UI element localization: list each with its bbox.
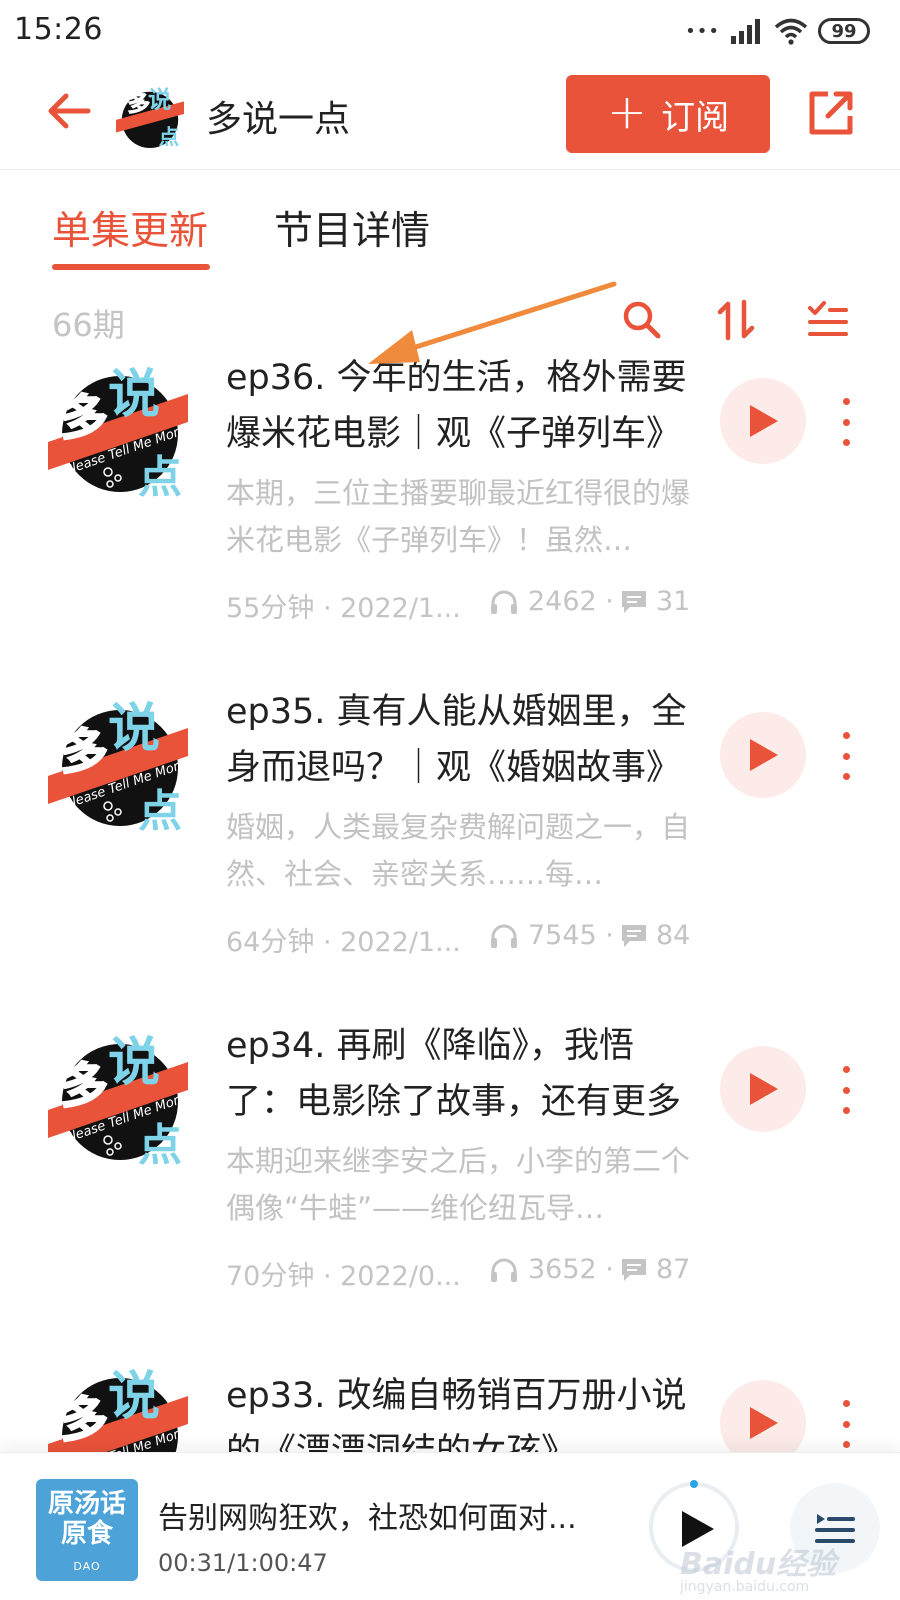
svg-text:多: 多 bbox=[60, 390, 108, 446]
sort-icon[interactable] bbox=[714, 298, 758, 342]
header: 多 说 点 多说一点 + 订阅 bbox=[0, 62, 900, 170]
now-playing-cover-text: 原汤话原食 bbox=[47, 1489, 126, 1549]
episode-title: ep35. 真有人能从婚姻里，全身而退吗？｜观《婚姻故事》 bbox=[226, 692, 687, 788]
list-item[interactable]: 多 说 点 Please Tell Me More ep35. 真有人能从婚姻里… bbox=[0, 692, 900, 1034]
share-icon[interactable] bbox=[806, 88, 856, 138]
play-icon bbox=[750, 1073, 778, 1105]
notification-dots-icon: ••• bbox=[685, 20, 720, 42]
episode-duration-date: 64分钟 · 2022/1... bbox=[226, 927, 461, 958]
svg-text:多: 多 bbox=[60, 1058, 108, 1114]
play-icon bbox=[750, 1407, 778, 1439]
watermark-text: Baidu经验 bbox=[680, 1547, 837, 1582]
signal-icon bbox=[731, 19, 760, 44]
more-options-button[interactable] bbox=[832, 732, 860, 780]
comment-count: 87 bbox=[620, 1254, 690, 1285]
watermark-url: jingyan.baidu.com bbox=[680, 1579, 810, 1595]
episode-count: 66期 bbox=[52, 306, 125, 344]
status-icons: ••• 99 bbox=[685, 16, 870, 46]
svg-text:说: 说 bbox=[108, 699, 160, 759]
svg-text:说: 说 bbox=[108, 1033, 160, 1093]
more-options-button[interactable] bbox=[832, 1066, 860, 1114]
svg-text:点: 点 bbox=[138, 786, 182, 834]
episode-meta: 64分钟 · 2022/1... 7545 · 84 bbox=[226, 916, 706, 958]
play-count-value: 2462 · bbox=[528, 586, 614, 617]
episode-cover: 多 说 Please Tell Me More bbox=[48, 1367, 188, 1452]
headphones-icon bbox=[491, 590, 517, 614]
svg-text:点: 点 bbox=[138, 1120, 182, 1168]
tab-details[interactable]: 节目详情 bbox=[274, 200, 430, 270]
episode-description: 本期，三位主播要聊最近红得很的爆米花电影《子弹列车》！虽然… bbox=[226, 476, 691, 557]
watermark: Baidu经验 jingyan.baidu.com bbox=[680, 1539, 890, 1599]
tab-episodes[interactable]: 单集更新 bbox=[52, 200, 208, 270]
comment-icon bbox=[622, 924, 646, 947]
episode-description: 婚姻，人类最复杂费解问题之一，自然、社会、亲密关系……每… bbox=[226, 810, 691, 891]
now-playing-time: 00:31/1:00:47 bbox=[158, 1549, 328, 1577]
svg-text:说: 说 bbox=[148, 85, 171, 113]
episode-meta: 70分钟 · 2022/0... 3652 · 87 bbox=[226, 1250, 706, 1292]
active-tab-indicator bbox=[52, 264, 210, 270]
play-count: 3652 · bbox=[490, 1254, 614, 1285]
comment-count-value: 31 bbox=[656, 586, 691, 617]
svg-text:点: 点 bbox=[138, 452, 182, 500]
subscribe-button[interactable]: + 订阅 bbox=[566, 75, 770, 153]
episode-play-button[interactable] bbox=[720, 712, 806, 798]
svg-text:多: 多 bbox=[60, 1392, 108, 1448]
now-playing-cover-mark: DAO bbox=[73, 1560, 101, 1573]
comment-icon bbox=[622, 590, 646, 613]
list-item[interactable]: 多 说 Please Tell Me More ep33. 改编自畅销百万册小说… bbox=[0, 1362, 900, 1452]
back-arrow-icon[interactable] bbox=[44, 86, 94, 136]
list-toolbar: 66期 bbox=[0, 292, 900, 352]
status-bar: 15:26 ••• 99 bbox=[0, 0, 900, 62]
play-count: 7545 · bbox=[490, 920, 614, 951]
episode-description: 本期迎来继李安之后，小李的第二个偶像“牛蛙”——维伦纽瓦导… bbox=[226, 1144, 691, 1225]
batch-select-icon[interactable] bbox=[806, 298, 850, 342]
podcast-title: 多说一点 bbox=[206, 99, 351, 140]
play-count-value: 7545 · bbox=[528, 920, 614, 951]
episode-title: ep36. 今年的生活，格外需要爆米花电影｜观《子弹列车》 bbox=[226, 358, 687, 454]
comment-count: 84 bbox=[620, 920, 690, 951]
episode-play-button[interactable] bbox=[720, 1046, 806, 1132]
play-count-value: 3652 · bbox=[528, 1254, 614, 1285]
svg-text:多: 多 bbox=[128, 90, 150, 117]
list-item[interactable]: 多 说 点 Please Tell Me More ep36. 今年的生活，格外… bbox=[0, 358, 900, 700]
episode-cover: 多 说 点 Please Tell Me More bbox=[48, 1033, 188, 1168]
svg-text:说: 说 bbox=[108, 1367, 160, 1427]
svg-text:说: 说 bbox=[108, 365, 160, 425]
more-options-button[interactable] bbox=[832, 398, 860, 446]
episode-duration-date: 70分钟 · 2022/0... bbox=[226, 1261, 461, 1292]
episode-duration-date: 55分钟 · 2022/1... bbox=[226, 593, 461, 624]
episode-title: ep33. 改编自畅销百万册小说的《漂漂洞结的女孩》 bbox=[226, 1376, 687, 1452]
play-count: 2462 · bbox=[490, 586, 614, 617]
subscribe-label: 订阅 bbox=[661, 97, 730, 138]
comment-count-value: 87 bbox=[656, 1254, 691, 1285]
search-icon[interactable] bbox=[620, 298, 664, 342]
svg-text:点: 点 bbox=[159, 125, 179, 149]
episode-cover: 多 说 点 Please Tell Me More bbox=[48, 365, 188, 500]
svg-text:多: 多 bbox=[60, 724, 108, 780]
episode-cover: 多 说 点 Please Tell Me More bbox=[48, 699, 188, 834]
play-icon bbox=[750, 739, 778, 771]
more-options-button[interactable] bbox=[832, 1400, 860, 1448]
tab-bar: 单集更新 节目详情 bbox=[0, 200, 900, 272]
now-playing-cover: 原汤话原食 DAO bbox=[36, 1479, 138, 1581]
comment-icon bbox=[622, 1258, 646, 1281]
battery-indicator: 99 bbox=[818, 18, 870, 44]
wifi-icon bbox=[774, 18, 808, 45]
episode-meta: 55分钟 · 2022/1... 2462 · 31 bbox=[226, 582, 706, 624]
headphones-icon bbox=[491, 924, 517, 948]
plus-icon: + bbox=[606, 84, 648, 140]
podcast-avatar: 多 说 点 bbox=[116, 85, 184, 149]
episode-play-button[interactable] bbox=[720, 378, 806, 464]
play-icon bbox=[750, 405, 778, 437]
comment-count-value: 84 bbox=[656, 920, 691, 951]
mini-player[interactable]: 原汤话原食 DAO 告别网购狂欢，社恐如何面对... 00:31/1:00:47… bbox=[0, 1452, 900, 1600]
headphones-icon bbox=[491, 1258, 517, 1282]
now-playing-title: 告别网购狂欢，社恐如何面对... bbox=[158, 1501, 577, 1536]
list-item[interactable]: 多 说 点 Please Tell Me More ep34. 再刷《降临》，我… bbox=[0, 1026, 900, 1368]
episode-play-button[interactable] bbox=[720, 1380, 806, 1452]
comment-count: 31 bbox=[620, 586, 690, 617]
status-time: 15:26 bbox=[14, 12, 103, 47]
episode-title: ep34. 再刷《降临》，我悟了：电影除了故事，还有更多 bbox=[226, 1026, 682, 1122]
